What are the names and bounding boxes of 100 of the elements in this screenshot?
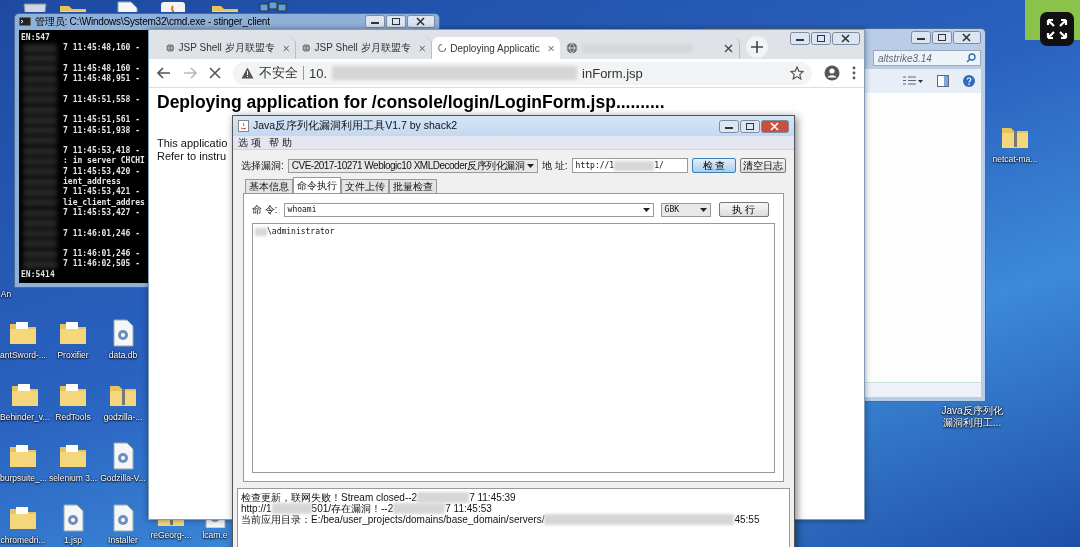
maximize-icon[interactable] [811,32,831,45]
icon-label[interactable]: RedTools [55,412,91,422]
globe-icon [166,42,175,54]
caret-icon [642,207,650,212]
icon-label[interactable]: Java反序列化漏洞利用工... [940,405,1004,429]
browser-tab[interactable]: Deploying Applicatic [432,37,560,59]
icon-label[interactable]: Behinder_v... [0,412,50,422]
view-list-icon[interactable] [903,76,923,86]
caret-icon [527,163,535,168]
java-icon [238,120,249,132]
icon-label[interactable]: netcat-ma... [992,154,1038,164]
minimize-icon[interactable] [790,32,810,45]
command-dropdown[interactable]: whoami [283,202,654,217]
console-line: 7 11:45:53,418 - [21,135,141,157]
url-text: inForm.jsp [582,65,643,81]
console-line: 7 11:45:53,427 - [21,207,141,219]
maximize-icon[interactable] [386,15,406,29]
warning-icon [241,67,254,79]
redaction-blur [417,492,470,503]
icon-label[interactable]: selenium 3... [48,473,98,483]
log-text: http://1 [241,503,272,514]
console-line: 7 11:46:01,246 - [21,218,141,239]
tab[interactable]: 文件上传 [341,179,389,193]
tab[interactable]: 基本信息 [245,179,293,193]
encoding-dropdown[interactable]: GBK [660,202,711,217]
close-icon[interactable] [832,32,860,45]
close-icon[interactable] [724,43,733,53]
page-text: This applicatio [157,137,228,150]
console-line: 7 11:45:48,951 - [21,74,141,85]
page-text: Refer to instru [157,150,227,163]
console-line: 7 11:45:51,938 - [21,125,141,136]
profile-icon[interactable] [824,65,840,81]
icon-label[interactable]: Installer [108,535,138,545]
redaction-blur [271,503,312,514]
icon-label[interactable]: reGeorg-... [150,530,192,540]
close-icon[interactable] [953,31,981,44]
search-icon[interactable] [966,53,976,63]
network-icon[interactable] [258,0,288,12]
icon-label[interactable]: Godzilla-V... [100,473,146,483]
minimize-icon[interactable] [911,31,931,44]
maximize-icon[interactable] [932,31,952,44]
fullscreen-button[interactable] [1040,12,1074,46]
console-line: 7 11:46:01,246 - [21,238,141,260]
icon-label[interactable]: data.db [108,350,138,360]
console-line: EN:5414 [21,269,55,280]
console-line: 7 11:45:48,160 - [21,43,141,54]
vulnerability-dropdown[interactable]: CVE-2017-10271 Weblogic10 XMLDecoder反序列化漏洞 [287,158,539,173]
help-icon[interactable] [963,75,975,87]
globe-icon [302,42,311,54]
menu-icon[interactable] [852,66,856,80]
icon-label[interactable]: lcam.e [202,530,228,540]
icon-label[interactable]: Proxifier [57,350,89,360]
preview-pane-icon[interactable] [937,75,949,87]
run-button[interactable]: 执 行 [718,202,769,217]
console-line: 7 11:46:02,505 - [21,259,141,270]
clear-log-button[interactable]: 清空日志 [740,158,786,173]
java-icon[interactable] [158,0,188,12]
field-label: 选择漏洞: [241,158,284,173]
minimize-icon[interactable] [365,15,385,29]
url-text: 10. [309,65,328,81]
console-line: : in server CHCHI [21,156,145,167]
browser-tab[interactable]: JSP Shell 岁月联盟专 [160,37,296,59]
log-text: 当前应用目录：E:/bea/user_projects/domains/base_domain/servers/ [241,514,545,525]
icon-label[interactable]: 1.jsp [64,535,82,545]
check-button[interactable]: 检 查 [692,158,736,173]
address-field[interactable]: http://1 1/ [571,158,688,173]
field-label: 地 址: [542,158,568,173]
output-text: \administrator [267,227,335,236]
redaction-blur [393,503,446,514]
log-text: 7 11:45:39 [469,492,516,503]
maximize-icon[interactable] [740,119,760,133]
address-bar[interactable]: 不安全 10. inForm.jsp [233,61,812,85]
redaction-blur [614,160,655,171]
tab[interactable]: 批量检查 [389,179,437,193]
terminal-icon [19,17,31,27]
globe-icon [566,42,578,54]
menu-item[interactable]: 选 项 [238,135,261,150]
icon-label[interactable]: chromedri... [0,535,46,545]
stop-icon[interactable] [209,67,221,79]
search-field[interactable]: altstrike3.14 [873,50,981,66]
icon-label[interactable]: antSword-... [0,350,46,360]
page-heading: Deploying application for /console/login/LoginForm.jsp.......... [157,92,665,113]
new-tab-icon[interactable] [746,36,768,58]
console-line: 7 11:45:53,421 - [21,187,141,198]
tab-title: JSP Shell 岁月联盟专 [314,41,411,55]
icon-label[interactable]: godzilla-... [103,412,143,422]
log-text: 检查更新，联网失败！Stream closed--2 [241,492,418,503]
icon-label[interactable]: burpsuite_... [0,473,47,483]
back-icon[interactable] [157,67,171,79]
icon-label[interactable]: An [0,289,12,299]
menu-item[interactable]: 帮 助 [268,135,292,150]
window-title: 管理员: C:\Windows\System32\cmd.exe - stinger_client [35,14,270,29]
close-icon[interactable] [407,15,435,29]
console-line: lie_client_addres [21,197,145,208]
tab[interactable]: 命令执行 [293,177,341,193]
star-icon[interactable] [790,66,804,80]
close-icon[interactable] [761,119,789,133]
minimize-icon[interactable] [719,119,739,133]
log-text: 7 11:45:53 [445,503,492,514]
log-text: 45:55 [734,514,760,525]
